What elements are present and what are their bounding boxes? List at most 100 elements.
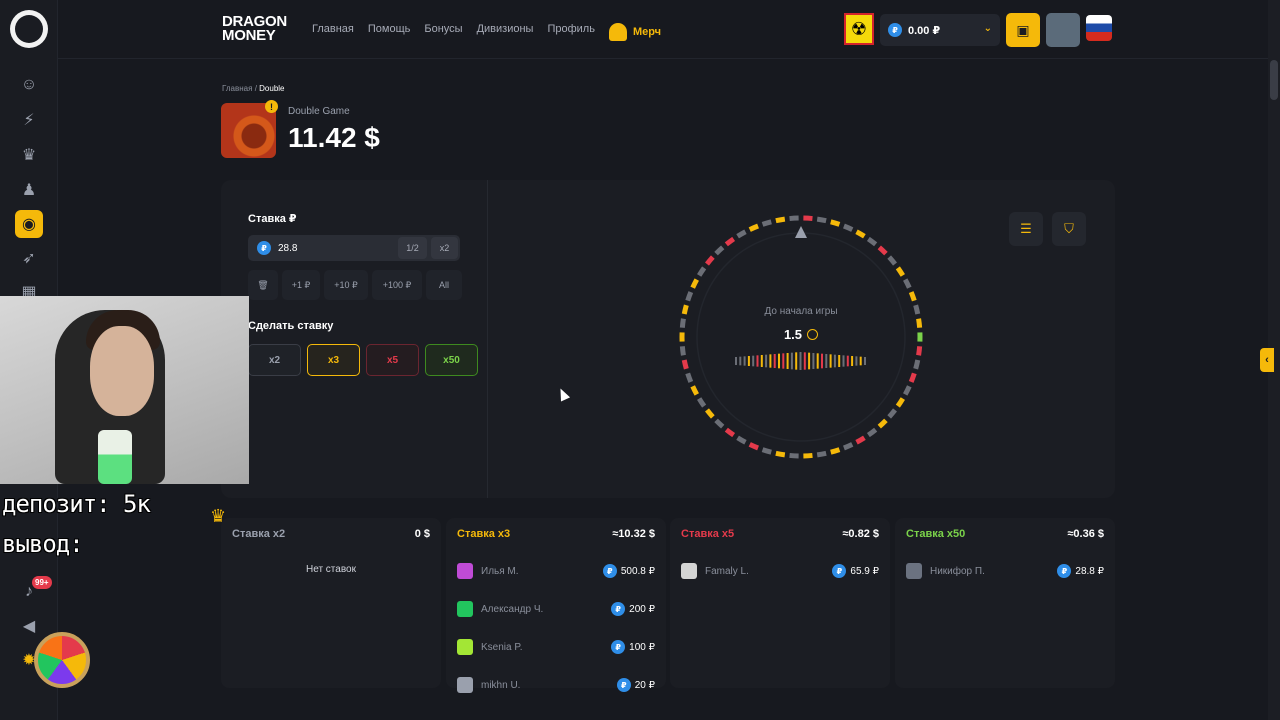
ruble-coin-icon: ₽ — [832, 564, 847, 578]
wheel-segment — [714, 245, 725, 256]
bets-column: Ставка x50 ≈0.36 $ Никифор П. ₽28.8 ₽ — [895, 518, 1115, 688]
wheel-segment — [816, 450, 827, 458]
bonus-wheel-icon[interactable] — [34, 632, 90, 688]
fair-check-button[interactable]: ⛉ — [1052, 212, 1086, 246]
strip-bar — [786, 353, 789, 369]
info-icon[interactable]: ! — [265, 100, 278, 113]
bet-amount-input[interactable] — [278, 242, 378, 254]
rocket-icon[interactable]: ➶ — [19, 248, 39, 268]
wheel-segment — [916, 318, 923, 328]
bolt-icon[interactable]: ⚡ — [19, 110, 39, 130]
all-in-button[interactable]: All — [426, 270, 462, 300]
balance-dropdown[interactable]: ₽ 0.00 ₽ ⌄ — [880, 14, 1000, 46]
wheel-segment — [908, 291, 917, 302]
wheel-segment — [866, 427, 878, 438]
column-total: 0 $ — [414, 528, 430, 540]
double-bet-button[interactable]: x2 — [431, 237, 458, 259]
nav-bonuses[interactable]: Бонусы — [424, 23, 462, 41]
wheel-segment — [789, 215, 799, 222]
strip-bar — [821, 353, 823, 369]
wheel-segment — [843, 223, 854, 232]
bet-x5-button[interactable]: x5 — [366, 344, 419, 376]
wheel-segment — [855, 229, 866, 239]
bet-amount-field[interactable]: ₽ — [248, 235, 460, 261]
add-100-button[interactable]: +100 ₽ — [372, 270, 422, 300]
dragon-logo-icon[interactable] — [10, 10, 48, 48]
radiation-icon[interactable]: ☢ — [844, 13, 874, 45]
smile-icon[interactable]: ☺ — [19, 75, 39, 95]
trophy-icon[interactable]: ♛ — [19, 145, 39, 165]
ruble-coin-icon: ₽ — [602, 564, 617, 578]
language-flag-icon[interactable] — [1086, 15, 1112, 41]
wheel-segment — [887, 408, 897, 419]
strip-bar — [782, 353, 785, 369]
double-game-icon[interactable]: ◉ — [15, 210, 43, 238]
strip-bar — [795, 352, 798, 370]
wheel-segment — [724, 427, 736, 438]
strip-bar — [846, 355, 849, 367]
strip-bar — [864, 357, 866, 365]
wheel-segment — [679, 318, 686, 328]
bet-x2-button[interactable]: x2 — [248, 344, 301, 376]
half-bet-button[interactable]: 1/2 — [398, 237, 427, 259]
user-avatar[interactable] — [1046, 13, 1080, 47]
player-avatar — [457, 639, 473, 655]
history-menu-button[interactable]: ☰ — [1009, 212, 1043, 246]
strip-bar — [842, 355, 845, 367]
wheel-segment — [761, 219, 772, 227]
wheel-segment — [830, 219, 841, 227]
ruble-coin-icon: ₽ — [611, 602, 626, 616]
chat-toggle-button[interactable]: ‹ — [1260, 348, 1274, 372]
balance-value: 0.00 ₽ — [908, 24, 941, 37]
player-name: Ksenia P. — [481, 641, 523, 653]
wheel-segment — [775, 450, 786, 458]
top-header: DRAGON MONEY Главная Помощь Бонусы Дивиз… — [58, 0, 1280, 59]
wheel-segment — [855, 435, 866, 445]
wallet-button[interactable]: ▣ — [1006, 13, 1040, 47]
sound-icon[interactable]: ◀ — [19, 616, 39, 636]
stream-withdraw-text: вывод: — [2, 530, 84, 558]
wheel-segment — [816, 216, 827, 224]
wheel-segment — [685, 372, 694, 383]
column-title: Ставка x3 — [457, 528, 511, 540]
nav-divisions[interactable]: Дивизионы — [477, 23, 534, 41]
ruble-coin-icon: ₽ — [616, 678, 631, 692]
ruble-coin-icon: ₽ — [611, 640, 626, 654]
notifications-badge: 99+ — [32, 576, 52, 589]
bet-x50-button[interactable]: x50 — [425, 344, 478, 376]
clear-bet-button[interactable]: 🗑 — [248, 270, 278, 300]
wheel-segment — [714, 418, 725, 429]
ruble-coin-icon: ₽ — [1057, 564, 1072, 578]
brand-logo[interactable]: DRAGON MONEY — [222, 14, 287, 43]
bet-amount: 100 ₽ — [629, 641, 655, 653]
wheel-segment — [690, 278, 699, 289]
column-title: Ставка x2 — [232, 528, 286, 540]
player-avatar — [906, 563, 922, 579]
wheel-segment — [697, 266, 707, 277]
strip-bar — [756, 355, 759, 367]
ruble-coin-icon: ₽ — [257, 241, 271, 255]
nav-merch[interactable]: Мерч — [608, 23, 661, 41]
wheel-segment — [705, 408, 715, 419]
wheel-segment — [913, 304, 921, 315]
ruble-coin-icon: ₽ — [888, 23, 902, 37]
strip-bar — [816, 353, 819, 369]
nav-help[interactable]: Помощь — [368, 23, 411, 41]
chevron-down-icon: ⌄ — [983, 23, 992, 34]
nav-profile[interactable]: Профиль — [547, 23, 595, 41]
column-header: Ставка x5 ≈0.82 $ — [681, 528, 879, 540]
bet-amount: 20 ₽ — [634, 679, 655, 691]
user-icon[interactable]: ♟ — [19, 180, 39, 200]
strip-bar — [735, 357, 737, 365]
bet-row: Никифор П. ₽28.8 ₽ — [906, 563, 1104, 579]
breadcrumb-home[interactable]: Главная — [222, 84, 252, 93]
add-1-button[interactable]: +1 ₽ — [282, 270, 320, 300]
breadcrumb-current: Double — [259, 84, 285, 93]
nav-home[interactable]: Главная — [312, 23, 354, 41]
strip-bar — [773, 354, 776, 368]
wheel-segment — [724, 236, 736, 247]
wheel-segment — [830, 447, 841, 455]
bets-column: Ставка x5 ≈0.82 $ Famaly L. ₽65.9 ₽ — [670, 518, 890, 688]
add-10-button[interactable]: +10 ₽ — [324, 270, 368, 300]
bet-x3-button[interactable]: x3 — [307, 344, 360, 376]
